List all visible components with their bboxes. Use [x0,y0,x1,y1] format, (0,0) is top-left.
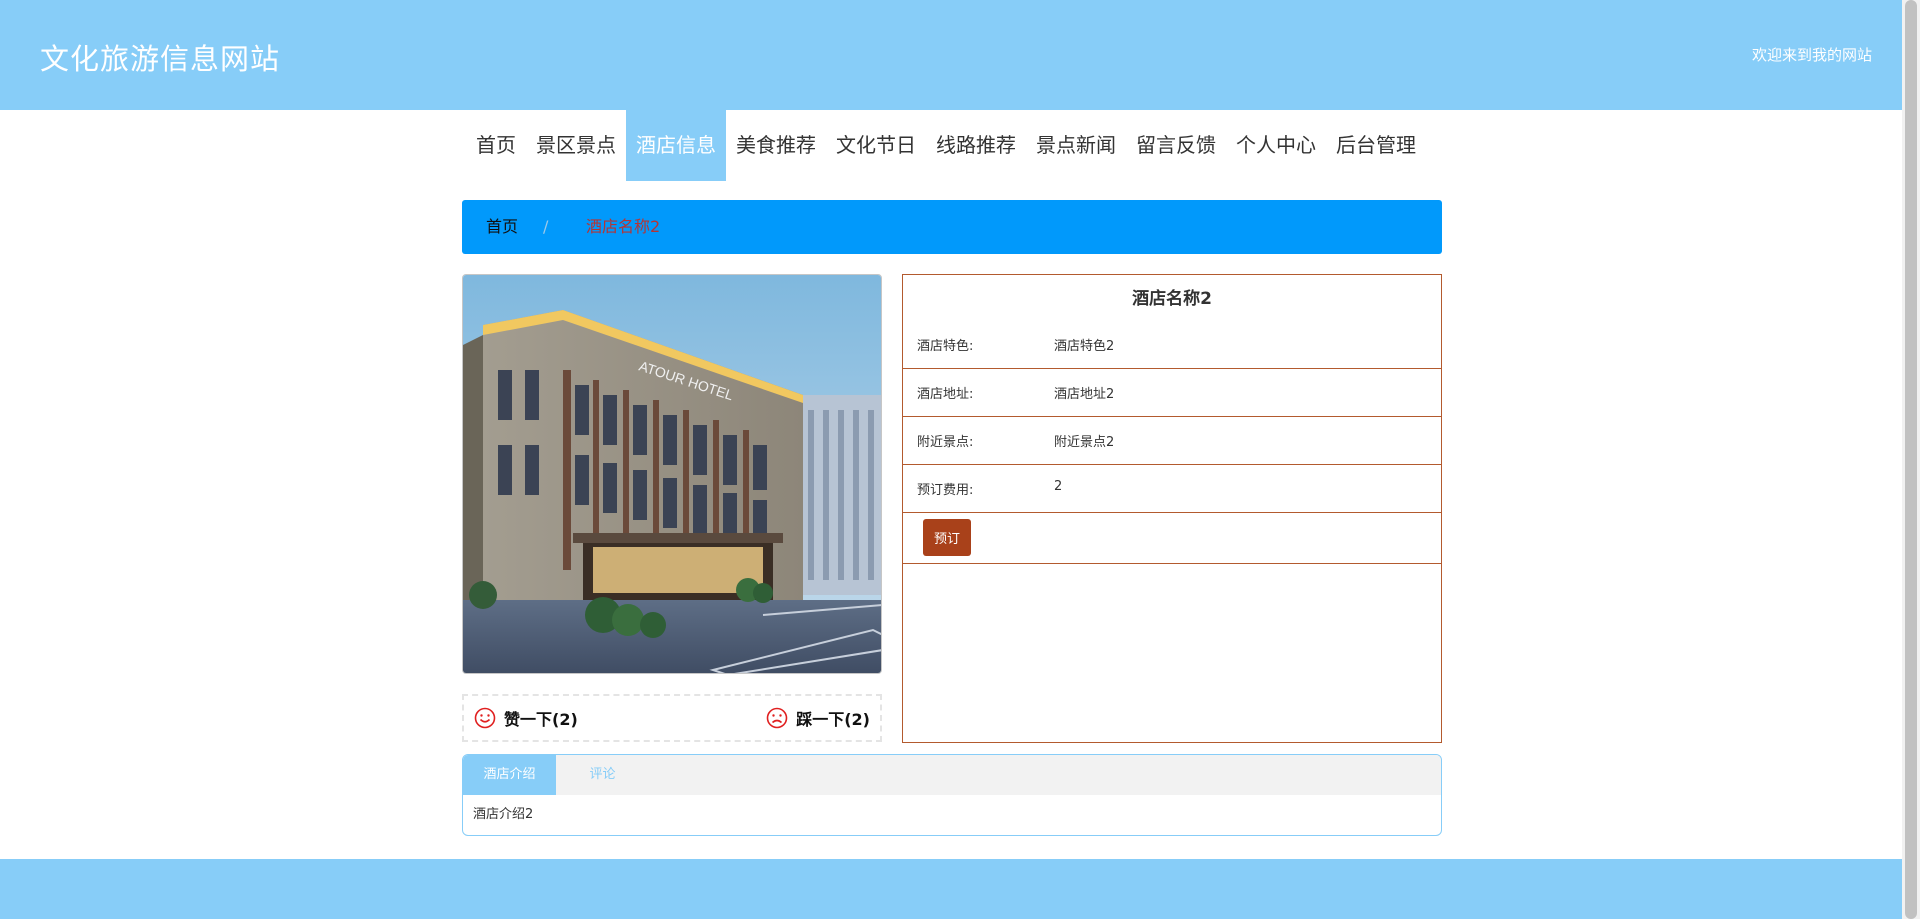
nav-item-user-center[interactable]: 个人中心 [1226,110,1326,181]
page: 文化旅游信息网站 欢迎来到我的网站 首页 景区景点 酒店信息 美食推荐 文化节日… [0,0,1902,919]
tab-bar: 酒店介绍 评论 [463,755,1441,795]
hotel-photo: ATOUR HOTEL [462,274,882,674]
detail-row-address: 酒店地址: 酒店地址2 [903,369,1441,417]
address-value: 酒店地址2 [1054,387,1115,402]
feature-value: 酒店特色2 [1054,339,1115,354]
info-tabs: 酒店介绍 评论 酒店介绍2 [462,754,1442,836]
dislike-label: 踩一下(2) [796,710,870,729]
nav-item-routes[interactable]: 线路推荐 [926,110,1026,181]
nav-item-food[interactable]: 美食推荐 [726,110,826,181]
nav-item-admin[interactable]: 后台管理 [1326,110,1426,181]
main-nav: 首页 景区景点 酒店信息 美食推荐 文化节日 线路推荐 景点新闻 留言反馈 个人… [466,110,1426,181]
book-button[interactable]: 预订 [923,519,971,556]
site-title: 文化旅游信息网站 [40,42,281,76]
book-row: 预订 [903,513,1441,564]
tab-hotel-intro[interactable]: 酒店介绍 [463,755,556,795]
price-label: 预订费用: [917,483,974,498]
frown-icon [766,707,788,729]
nav-item-home[interactable]: 首页 [466,110,526,181]
feature-label: 酒店特色: [917,339,974,354]
detail-row-feature: 酒店特色: 酒店特色2 [903,323,1441,369]
hotel-name: 酒店名称2 [1132,289,1212,309]
page-scrollbar[interactable] [1902,0,1920,919]
address-label: 酒店地址: [917,387,974,402]
breadcrumb-current: 酒店名称2 [586,217,661,236]
dislike-button[interactable]: 踩一下(2) [766,696,870,740]
breadcrumb: 首页 / 酒店名称2 [462,200,1442,254]
breadcrumb-home-link[interactable]: 首页 [486,200,518,254]
nearby-label: 附近景点: [917,435,974,450]
detail-row-nearby: 附近景点: 附近景点2 [903,417,1441,465]
nav-item-hotels[interactable]: 酒店信息 [626,110,726,181]
scrollbar-thumb[interactable] [1905,0,1917,919]
like-button[interactable]: 赞一下(2) [474,696,578,740]
nav-item-scenic-spots[interactable]: 景区景点 [526,110,626,181]
tab-content: 酒店介绍2 [473,807,534,822]
nearby-value: 附近景点2 [1054,435,1115,450]
vote-box: 赞一下(2) 踩一下(2) [462,694,882,742]
tab-comments[interactable]: 评论 [556,755,649,795]
nav-item-festivals[interactable]: 文化节日 [826,110,926,181]
welcome-text: 欢迎来到我的网站 [1751,46,1872,64]
nav-item-feedback[interactable]: 留言反馈 [1126,110,1226,181]
breadcrumb-separator: / [543,217,549,236]
site-footer [0,859,1902,919]
site-header: 文化旅游信息网站 欢迎来到我的网站 [0,0,1902,110]
like-label: 赞一下(2) [504,710,578,729]
detail-row-price: 预订费用: 2 [903,465,1441,513]
nav-item-news[interactable]: 景点新闻 [1026,110,1126,181]
hotel-detail-box: 酒店名称2 酒店特色: 酒店特色2 酒店地址: 酒店地址2 附近景点: 附近景点… [902,274,1442,743]
price-value: 2 [1054,479,1063,494]
smile-icon [474,707,496,729]
